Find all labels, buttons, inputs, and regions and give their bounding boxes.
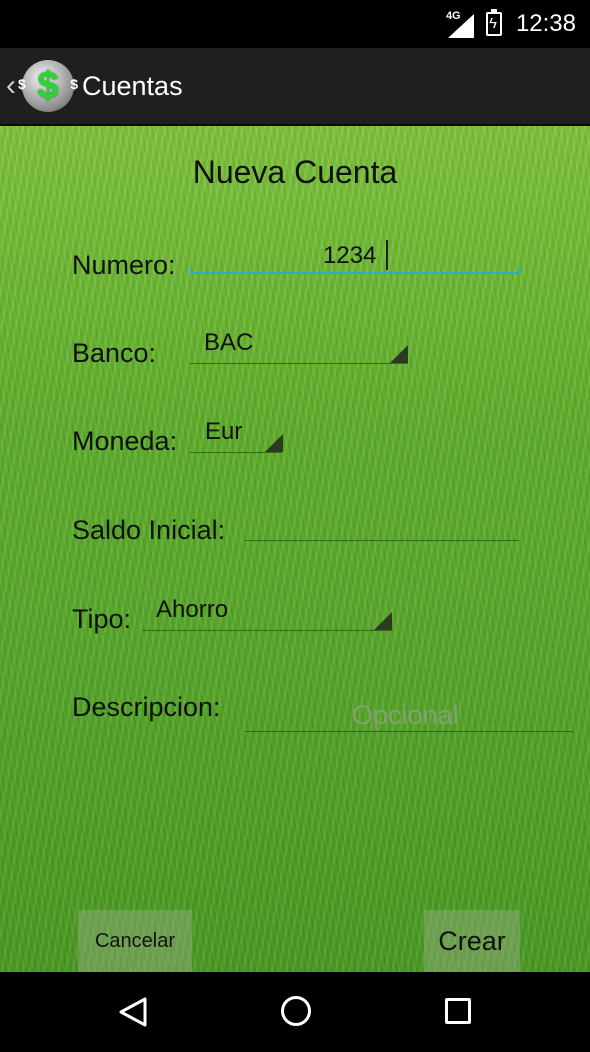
banco-underline [190, 363, 408, 364]
network-type: 4G [445, 10, 461, 22]
home-icon[interactable] [281, 996, 311, 1026]
dropdown-arrow-icon [374, 612, 392, 630]
saldo-inicial-underline [245, 540, 519, 541]
action-bar: ‹ $ $ $ Cuentas [0, 48, 590, 126]
status-bar: 4G ϟ 12:38 [0, 0, 590, 48]
app-icon[interactable]: $ $ $ [18, 60, 78, 112]
saldo-inicial-label: Saldo Inicial: [72, 515, 226, 545]
dollar-icon: $ [37, 64, 59, 107]
banco-label: Banco: [72, 338, 157, 368]
banco-selected: BAC [204, 329, 254, 356]
back-icon[interactable] [118, 996, 148, 1028]
status-icons: 4G ϟ 12:38 [446, 9, 576, 38]
moneda-underline [190, 452, 282, 453]
mini-dollar-icon: $ [70, 76, 78, 92]
create-button[interactable]: Crear [424, 910, 520, 972]
app-title: Cuentas [82, 70, 183, 101]
tipo-underline [142, 630, 392, 631]
navigation-bar [0, 972, 590, 1052]
recents-icon[interactable] [445, 998, 471, 1024]
moneda-label: Moneda: [72, 426, 178, 456]
numero-underline [190, 267, 521, 274]
text-cursor [386, 240, 388, 270]
numero-value: 1234 [323, 242, 377, 269]
battery-icon: ϟ [485, 9, 502, 36]
tipo-selected: Ahorro [156, 596, 229, 623]
form-content: Nueva Cuenta Numero: 1234 Banco: BAC Mon… [0, 126, 590, 972]
dropdown-arrow-icon [390, 345, 408, 363]
moneda-selected: Eur [205, 418, 243, 445]
numero-label: Numero: [72, 250, 176, 280]
descripcion-label: Descripcion: [72, 692, 221, 722]
dropdown-arrow-icon [265, 434, 283, 452]
descripcion-underline [245, 731, 573, 732]
tipo-label: Tipo: [72, 604, 132, 634]
page-title: Nueva Cuenta [192, 154, 398, 190]
cancel-button[interactable]: Cancelar [78, 910, 192, 972]
clock: 12:38 [515, 10, 576, 37]
signal-icon: 4G [446, 10, 476, 38]
mini-dollar-icon: $ [18, 76, 26, 92]
descripcion-placeholder: Opcional [352, 700, 459, 730]
